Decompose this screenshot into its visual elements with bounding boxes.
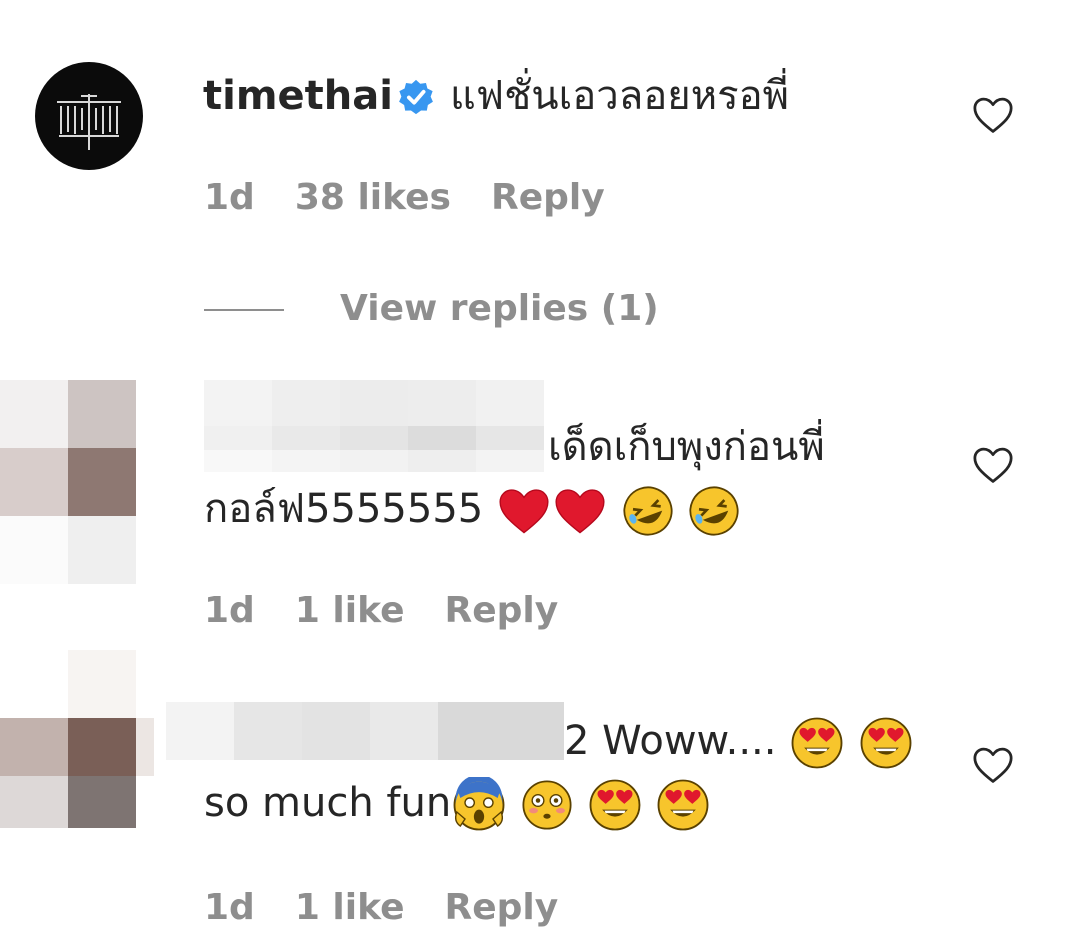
comment-text-part: 2 Woww.... bbox=[564, 718, 777, 764]
flushed-face-emoji-icon bbox=[522, 780, 572, 830]
comment-likes[interactable]: 1 like bbox=[295, 590, 405, 631]
rolling-laughing-emoji-icon bbox=[689, 486, 739, 536]
comment-text-part: so much fun bbox=[204, 780, 452, 826]
heart-eyes-emoji-icon bbox=[860, 717, 912, 769]
comment-time: 1d bbox=[204, 177, 255, 218]
rolling-laughing-emoji-icon bbox=[623, 486, 673, 536]
comment-likes[interactable]: 1 like bbox=[295, 887, 405, 928]
like-heart-icon[interactable] bbox=[972, 96, 1014, 134]
view-replies-divider bbox=[204, 309, 284, 311]
reply-button[interactable]: Reply bbox=[491, 177, 605, 218]
username-blurred[interactable] bbox=[204, 380, 544, 472]
avatar-logo bbox=[57, 94, 121, 150]
comment-time: 1d bbox=[204, 887, 255, 928]
verified-badge-icon bbox=[399, 79, 433, 115]
comment-username[interactable]: timethai bbox=[203, 70, 393, 122]
screaming-face-emoji-icon bbox=[453, 777, 505, 831]
avatar[interactable] bbox=[35, 62, 143, 170]
like-heart-icon[interactable] bbox=[972, 446, 1014, 484]
avatar-blurred[interactable] bbox=[0, 380, 136, 584]
red-heart-emoji-icon bbox=[499, 489, 549, 534]
like-heart-icon[interactable] bbox=[972, 746, 1014, 784]
comment-text: แฟชั่นเอวลอยหรอพี่ bbox=[450, 73, 789, 119]
comment-text-line2: กอล์ฟ5555555 bbox=[204, 482, 741, 538]
reply-button[interactable]: Reply bbox=[444, 590, 558, 631]
username-blurred[interactable] bbox=[166, 702, 564, 760]
comment-meta: 1d 1 like Reply bbox=[204, 886, 598, 930]
reply-button[interactable]: Reply bbox=[444, 887, 558, 928]
comment-text-part: กอล์ฟ5555555 bbox=[204, 486, 484, 532]
comment-time: 1d bbox=[204, 590, 255, 631]
comment-meta: 1d 38 likes Reply bbox=[204, 176, 645, 220]
heart-eyes-emoji-icon bbox=[589, 779, 641, 831]
avatar-blurred[interactable] bbox=[0, 650, 154, 828]
red-heart-emoji-icon bbox=[555, 489, 605, 534]
comment-text-line2: so much fun bbox=[204, 776, 711, 833]
heart-eyes-emoji-icon bbox=[657, 779, 709, 831]
view-replies-button[interactable]: View replies (1) bbox=[340, 286, 659, 332]
comment-text-line1: 2 Woww.... bbox=[564, 714, 914, 771]
comment-meta: 1d 1 like Reply bbox=[204, 589, 598, 633]
heart-eyes-emoji-icon bbox=[791, 717, 843, 769]
comment-text-line1: เด็ดเก็บพุงก่อนพี่ bbox=[548, 424, 825, 470]
comment-likes[interactable]: 38 likes bbox=[295, 177, 451, 218]
